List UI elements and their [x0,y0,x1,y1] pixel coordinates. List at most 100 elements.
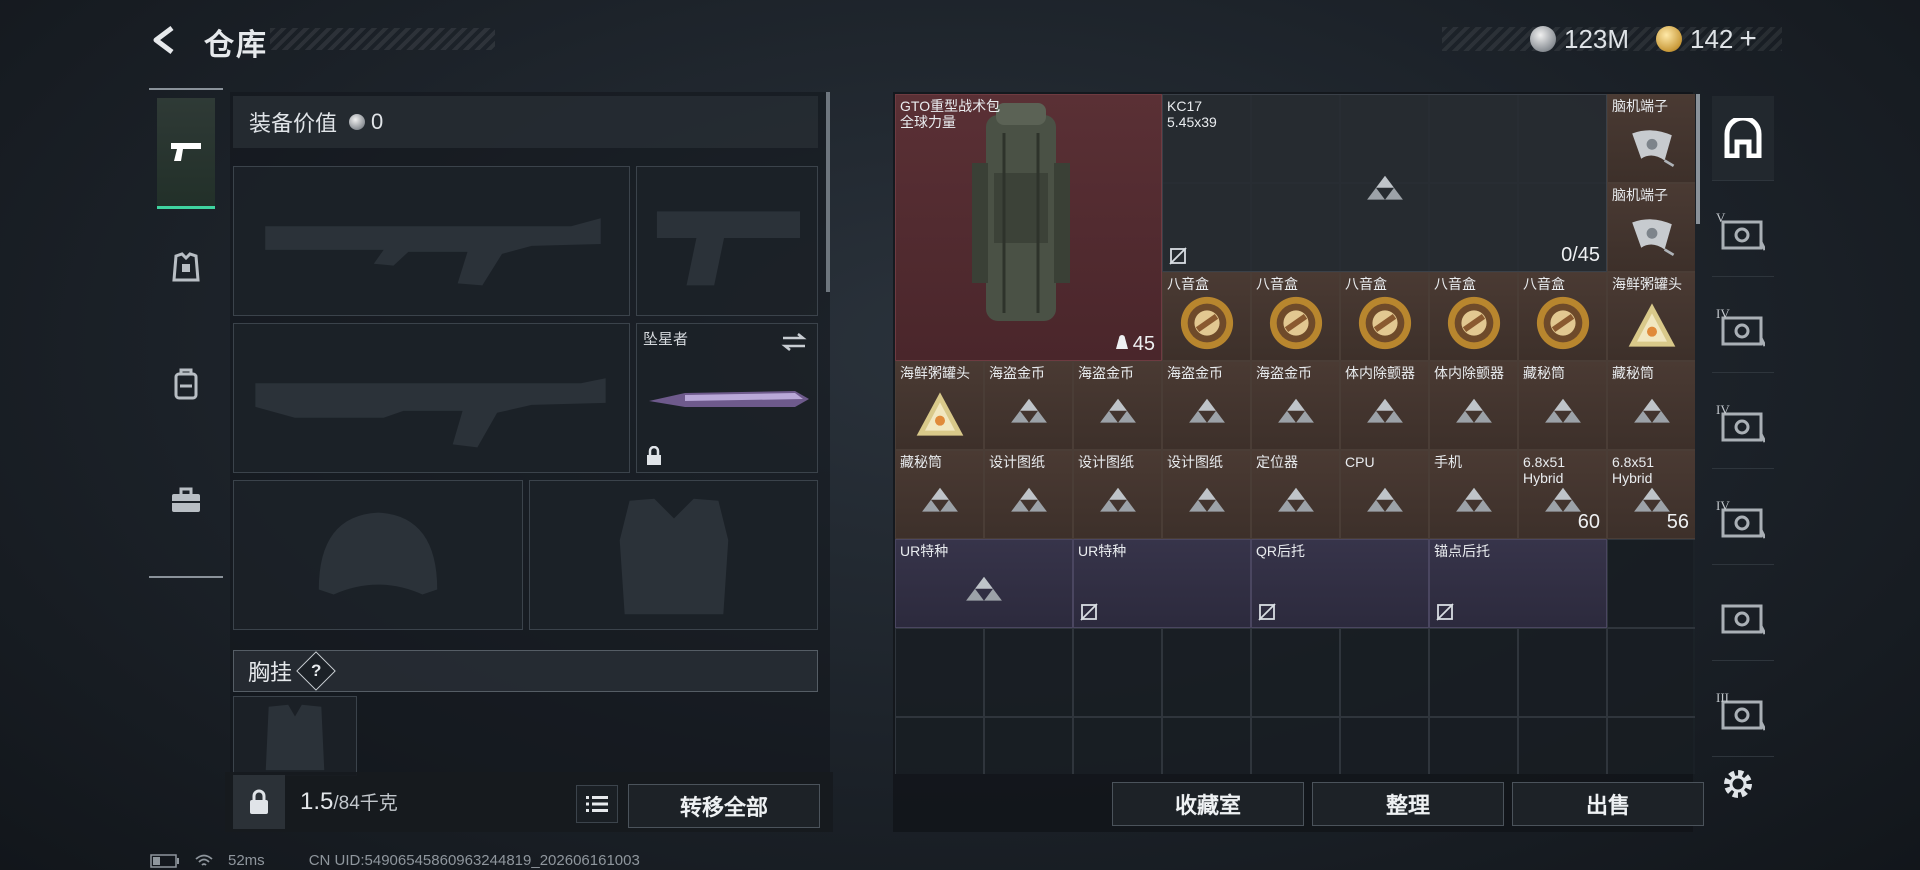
nav-weapons[interactable] [157,98,215,209]
nav-armor[interactable] [157,214,215,322]
nav-case[interactable] [157,446,215,554]
weight-lock-button[interactable] [233,775,285,829]
equipment-value: 装备价值 0 [233,96,818,148]
stash-empty-cell[interactable] [895,628,984,717]
safe-iv-icon[interactable]: IV [1712,288,1774,373]
stash-empty-cell[interactable] [1429,717,1518,774]
stash-item-name: 藏秘筒 [1612,365,1654,381]
stash-empty-cell[interactable] [1607,539,1695,628]
stash-item[interactable]: 八音盒 [1518,272,1607,361]
stash-item[interactable]: UR特种 [1073,539,1251,628]
display-case-icon[interactable] [1712,576,1774,661]
stash-item[interactable]: 八音盒 [1251,272,1340,361]
stash-item[interactable]: 藏秘筒 [1518,361,1607,450]
stash-item[interactable]: 手机 [1429,450,1518,539]
organize-button[interactable]: 整理 [1312,782,1504,826]
stash-empty-cell[interactable] [1251,717,1340,774]
stash-item-name: 海盗金币 [989,365,1045,381]
nav-backpack[interactable] [157,330,215,438]
melee-slot[interactable]: 坠星者 [636,323,818,473]
lock-icon [647,446,661,465]
equipment-scrollbar[interactable] [826,92,830,292]
stash-empty-cell[interactable] [895,717,984,774]
swap-icon[interactable] [781,332,807,352]
stash-empty-cell[interactable] [1251,628,1340,717]
unknown-item-icon [1099,487,1136,512]
safe-v-icon[interactable]: V [1712,192,1774,277]
stash-empty-cell[interactable] [1518,717,1607,774]
add-currency-button[interactable]: + [1739,22,1757,56]
stash-item[interactable]: UR特种 [895,539,1073,628]
stash-item[interactable]: 海盗金币 [984,361,1073,450]
stash-empty-cell[interactable] [1340,717,1429,774]
stash-empty-cell[interactable] [1073,717,1162,774]
secondary-weapon-slot[interactable] [233,323,630,473]
stash-item[interactable]: 脑机端子 [1607,183,1695,272]
primary-weapon-slot[interactable] [233,166,630,316]
stash-item[interactable]: 锚点后托 [1429,539,1607,628]
stash-item[interactable]: 海盗金币 [1251,361,1340,450]
stash-item-backpack[interactable]: GTO重型战术包 全球力量 45 [895,94,1162,361]
stash-empty-cell[interactable] [1429,628,1518,717]
collection-room-button[interactable]: 收藏室 [1112,782,1304,826]
sidearm-slot[interactable] [636,166,818,316]
stash-item[interactable]: 定位器 [1251,450,1340,539]
unknown-item-icon [1455,487,1492,512]
stash-item[interactable]: CPU [1340,450,1429,539]
stash-item[interactable]: 体内除颤器 [1340,361,1429,450]
stash-item[interactable]: 脑机端子 [1607,94,1695,183]
stash-item-name: 体内除颤器 [1434,365,1504,381]
workbench-iii-icon[interactable]: III [1712,672,1774,757]
stash-item[interactable]: 设计图纸 [1073,450,1162,539]
gold-amount: 142 [1690,23,1734,54]
tab-tier-label: IV [1716,306,1730,321]
stash-empty-cell[interactable] [1607,628,1695,717]
help-icon[interactable]: ? [296,651,336,691]
stash-scrollbar[interactable] [1696,94,1700,224]
tab-tier-label: V [1716,210,1726,225]
transfer-all-button[interactable]: 转移全部 [628,784,820,828]
stash-empty-cell[interactable] [1162,717,1251,774]
chest-rig-slot[interactable] [233,696,357,776]
stash-item[interactable]: 八音盒 [1429,272,1518,361]
cabinet-iv-icon[interactable]: IV [1712,480,1774,565]
stash-item[interactable]: 设计图纸 [1162,450,1251,539]
stash-item[interactable]: 海盗金币 [1073,361,1162,450]
unknown-item-icon [1010,487,1047,512]
stash-empty-cell[interactable] [984,628,1073,717]
stash-item[interactable]: 八音盒 [1162,272,1251,361]
list-view-button[interactable] [576,785,618,823]
stash-item[interactable]: QR后托 [1251,539,1429,628]
stash-item[interactable]: 藏秘筒 [1607,361,1695,450]
stash-item[interactable]: 设计图纸 [984,450,1073,539]
stash-empty-cell[interactable] [1162,628,1251,717]
stash-home-icon[interactable] [1712,96,1774,181]
stash-empty-cell[interactable] [984,717,1073,774]
safe-iv-icon[interactable]: IV [1712,384,1774,469]
helmet-slot[interactable] [233,480,523,630]
rifle-silhouette-icon [255,378,606,448]
stash-empty-cell[interactable] [1518,628,1607,717]
stash-item[interactable]: 6.8x51 Hybrid 60 [1518,450,1607,539]
stash-item-name: 藏秘筒 [1523,365,1565,381]
stash-item[interactable]: 藏秘筒 [895,450,984,539]
sell-button[interactable]: 出售 [1512,782,1704,826]
body-armor-slot[interactable] [529,480,818,630]
no-image-icon [1169,247,1187,265]
unknown-item-icon [921,487,958,512]
stash-empty-cell[interactable] [1607,717,1695,774]
stash-item[interactable]: 海盗金币 [1162,361,1251,450]
weight-lock-icon [250,789,268,814]
stash-item[interactable]: KC17 5.45x39 0/45 [1162,94,1607,272]
back-arrow-icon[interactable] [150,24,182,56]
unknown-item-icon [1544,398,1581,423]
stash-empty-cell[interactable] [1073,628,1162,717]
stash-empty-cell[interactable] [1340,628,1429,717]
stash-item[interactable]: 八音盒 [1340,272,1429,361]
stash-item[interactable]: 6.8x51 Hybrid 56 [1607,450,1695,539]
settings-gear-icon[interactable] [1720,766,1756,802]
stash-item[interactable]: 体内除颤器 [1429,361,1518,450]
stash-item[interactable]: 海鲜粥罐头 [1607,272,1695,361]
battery-icon [150,853,179,868]
stash-item[interactable]: 海鲜粥罐头 [895,361,984,450]
